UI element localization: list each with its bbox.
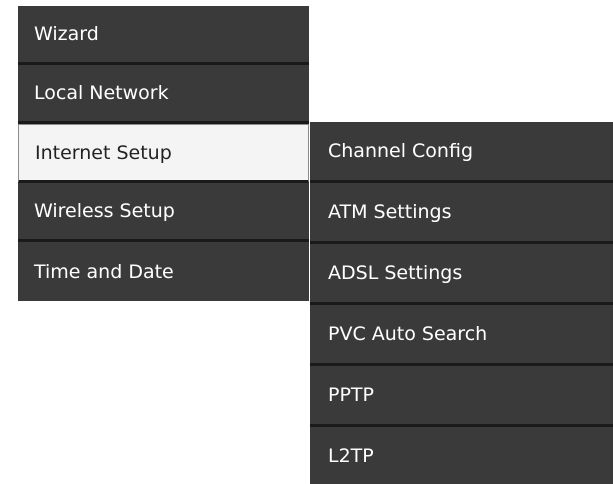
submenu-item-channel-config[interactable]: Channel Config xyxy=(310,122,613,183)
submenu-item-label: Channel Config xyxy=(328,140,474,162)
submenu-item-label: PPTP xyxy=(328,384,374,406)
submenu-item-pptp[interactable]: PPTP xyxy=(310,366,613,427)
main-menu-item-wizard[interactable]: Wizard xyxy=(18,6,309,65)
main-menu-item-label: Internet Setup xyxy=(35,141,172,164)
main-menu: Wizard Local Network Internet Setup Wire… xyxy=(18,6,309,301)
submenu-item-label: ADSL Settings xyxy=(328,262,463,284)
submenu-item-adsl-settings[interactable]: ADSL Settings xyxy=(310,244,613,305)
main-menu-item-label: Wireless Setup xyxy=(34,200,175,222)
main-menu-item-wireless-setup[interactable]: Wireless Setup xyxy=(18,183,309,242)
navigation-menu-area: Wizard Local Network Internet Setup Wire… xyxy=(0,0,613,484)
main-menu-item-local-network[interactable]: Local Network xyxy=(18,65,309,124)
main-menu-item-label: Wizard xyxy=(34,23,99,45)
main-menu-item-internet-setup[interactable]: Internet Setup xyxy=(18,124,309,183)
submenu-item-pvc-auto-search[interactable]: PVC Auto Search xyxy=(310,305,613,366)
main-menu-item-time-and-date[interactable]: Time and Date xyxy=(18,242,309,301)
submenu-item-l2tp[interactable]: L2TP xyxy=(310,427,613,484)
internet-setup-submenu: Channel Config ATM Settings ADSL Setting… xyxy=(310,122,613,484)
submenu-item-label: ATM Settings xyxy=(328,201,452,223)
submenu-item-label: L2TP xyxy=(328,445,374,467)
submenu-item-label: PVC Auto Search xyxy=(328,323,488,345)
main-menu-item-label: Local Network xyxy=(34,82,169,104)
main-menu-item-label: Time and Date xyxy=(34,260,174,283)
submenu-item-atm-settings[interactable]: ATM Settings xyxy=(310,183,613,244)
